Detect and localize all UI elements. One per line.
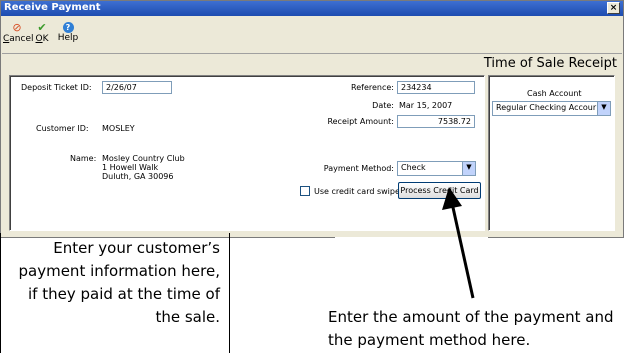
help-icon: ?	[62, 22, 74, 33]
left-callout-box: Enter your customer’s payment informatio…	[0, 233, 230, 353]
help-label: Help	[57, 33, 79, 43]
deposit-ticket-label: Deposit Ticket ID:	[21, 83, 92, 92]
receipt-title: Time of Sale Receipt	[483, 56, 617, 71]
cash-account-panel: Cash Account Regular Checking Accour ▼	[488, 75, 615, 231]
window-edge-gap	[335, 237, 488, 240]
cash-account-select[interactable]: Regular Checking Accour ▼	[492, 101, 611, 116]
cash-account-label: Cash Account	[527, 89, 582, 98]
title-bar: Receive Payment ×	[1, 1, 623, 16]
receipt-amount-input[interactable]: 7538.72	[397, 115, 475, 128]
help-button[interactable]: ? Help	[54, 22, 82, 43]
date-label: Date:	[372, 101, 394, 110]
customer-id-value: MOSLEY	[102, 124, 135, 133]
name-label: Name:	[70, 154, 97, 163]
window-title: Receive Payment	[4, 2, 101, 13]
payment-form-panel: Deposit Ticket ID: 2/26/07 Customer ID: …	[9, 75, 485, 231]
payment-method-value: Check	[401, 163, 426, 172]
ok-label: K	[42, 34, 49, 44]
customer-id-label: Customer ID:	[36, 124, 89, 133]
cancel-icon: ⊘	[12, 21, 22, 34]
reference-input[interactable]: 234234	[397, 81, 475, 94]
receipt-amount-label: Receipt Amount:	[327, 117, 394, 126]
payment-method-label: Payment Method:	[323, 164, 394, 173]
process-credit-card-button[interactable]: Process Credit Card	[398, 182, 481, 199]
receive-payment-window: Receive Payment × ⊘ Cancel ✔ OK ? Help T…	[0, 0, 624, 238]
chevron-down-icon[interactable]: ▼	[597, 102, 610, 115]
toolbar-divider	[2, 53, 622, 54]
credit-swipe-checkbox[interactable]	[300, 186, 310, 196]
name-line-1: Mosley Country Club	[102, 154, 185, 163]
right-callout-text: Enter the amount of the payment and the …	[328, 308, 614, 349]
checkmark-icon: ✔	[37, 21, 47, 34]
credit-swipe-label: Use credit card swipe	[314, 187, 400, 196]
close-button[interactable]: ×	[607, 2, 620, 14]
name-line-3: Duluth, GA 30096	[102, 172, 174, 181]
chevron-down-icon[interactable]: ▼	[462, 162, 475, 175]
payment-method-select[interactable]: Check ▼	[397, 161, 476, 176]
cancel-button[interactable]: ⊘ Cancel	[3, 21, 34, 45]
reference-label: Reference:	[351, 83, 394, 92]
ok-accelerator: O	[35, 34, 43, 44]
name-line-2: 1 Howell Walk	[102, 163, 159, 172]
date-value: Mar 15, 2007	[399, 101, 453, 110]
ok-button[interactable]: ✔ OK	[28, 21, 56, 45]
left-callout-text: Enter your customer’s payment informatio…	[18, 239, 221, 326]
cash-account-value: Regular Checking Accour	[496, 103, 597, 112]
deposit-ticket-input[interactable]: 2/26/07	[102, 81, 172, 94]
